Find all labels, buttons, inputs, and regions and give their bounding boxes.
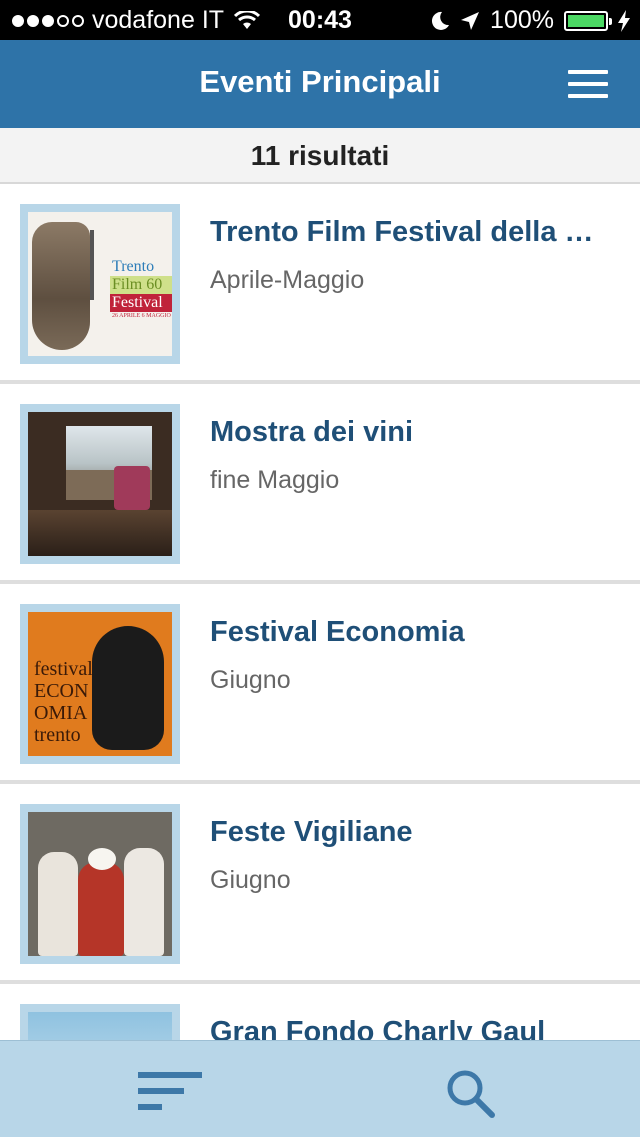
event-date: Giugno (210, 866, 291, 894)
list-item[interactable]: Feste Vigiliane Giugno (0, 784, 640, 984)
event-thumbnail (20, 1004, 180, 1040)
event-name: Trento Film Festival della Montagna (210, 216, 610, 248)
results-count: 11 risultati (0, 128, 640, 184)
battery-percent: 100% (490, 6, 554, 34)
list-item[interactable]: Gran Fondo Charly Gaul (0, 984, 640, 1040)
filter-sort-icon[interactable] (138, 1072, 202, 1112)
battery-icon (564, 10, 612, 31)
event-date: fine Maggio (210, 466, 340, 494)
page-title: Eventi Principali (199, 64, 441, 99)
status-bar: vodafone IT 00:43 100% (0, 0, 640, 40)
event-date: Giugno (210, 666, 291, 694)
event-list: Trento Film 60 Festival 26 APRILE 6 MAGG… (0, 184, 640, 1040)
event-date: Aprile-Maggio (210, 266, 365, 294)
event-thumbnail: Trento Film 60 Festival 26 APRILE 6 MAGG… (20, 204, 180, 364)
location-arrow-icon (461, 11, 480, 30)
moon-icon (432, 11, 450, 30)
list-item[interactable]: Mostra dei vini fine Maggio (0, 384, 640, 584)
list-item[interactable]: festival ECON OMIA trento Festival Econo… (0, 584, 640, 784)
tab-bar (0, 1040, 640, 1137)
event-thumbnail (20, 404, 180, 564)
event-name: Festival Economia (210, 616, 465, 648)
search-icon[interactable] (444, 1067, 496, 1119)
event-name: Feste Vigiliane (210, 816, 413, 848)
navigation-bar: Eventi Principali (0, 40, 640, 128)
hamburger-menu-icon[interactable] (568, 70, 608, 98)
charging-bolt-icon (618, 9, 630, 32)
event-thumbnail (20, 804, 180, 964)
event-name: Gran Fondo Charly Gaul (210, 1016, 546, 1040)
event-name: Mostra dei vini (210, 416, 414, 448)
list-item[interactable]: Trento Film 60 Festival 26 APRILE 6 MAGG… (0, 184, 640, 384)
event-thumbnail: festival ECON OMIA trento (20, 604, 180, 764)
